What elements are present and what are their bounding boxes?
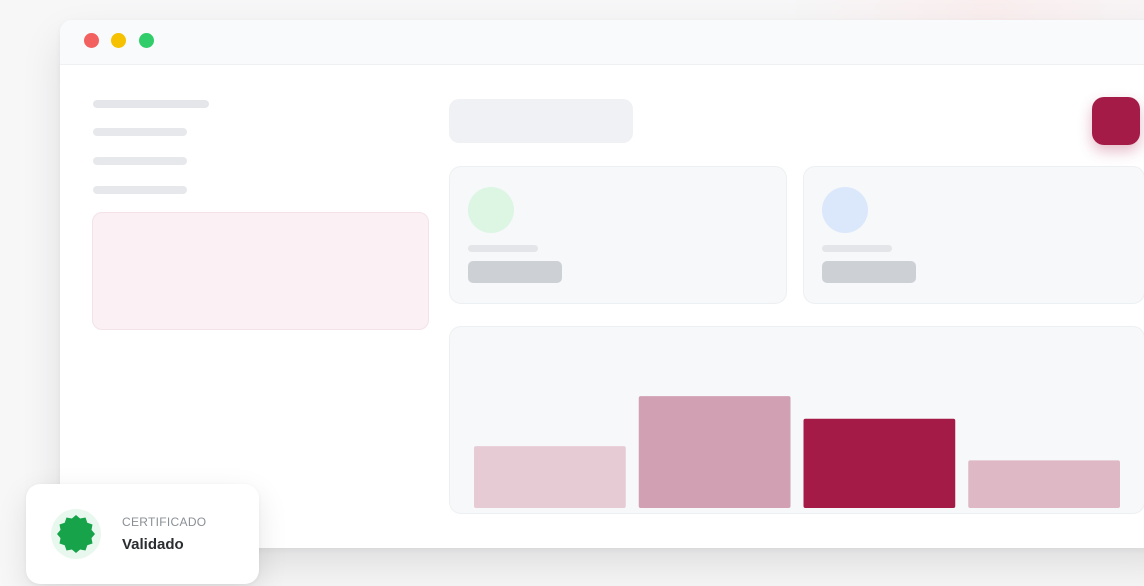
chart-card xyxy=(449,326,1144,514)
chart-bar-4 xyxy=(968,460,1120,508)
chart-bar-3 xyxy=(803,418,956,508)
app-window xyxy=(60,20,1144,548)
sidebar-highlight-panel xyxy=(92,212,429,330)
window-titlebar xyxy=(60,20,1144,65)
close-window-button[interactable] xyxy=(84,33,99,48)
certificate-overline: CERTIFICADO xyxy=(122,515,207,529)
chart-bar-1 xyxy=(474,446,626,508)
stat-card-1-avatar xyxy=(468,187,514,233)
stat-card-1-value-placeholder xyxy=(468,261,562,283)
sidebar-item-2[interactable] xyxy=(93,157,187,165)
stat-card-2 xyxy=(803,166,1144,304)
sidebar-heading-placeholder xyxy=(93,100,209,108)
certificate-status: Validado xyxy=(122,536,184,553)
stat-card-2-label-placeholder xyxy=(822,245,892,252)
chart-bar-2 xyxy=(638,396,791,508)
stat-card-1 xyxy=(449,166,787,304)
sidebar-item-3[interactable] xyxy=(93,186,187,194)
stat-card-2-value-placeholder xyxy=(822,261,916,283)
search-placeholder[interactable] xyxy=(449,99,633,143)
minimize-window-button[interactable] xyxy=(111,33,126,48)
certificate-badge: CERTIFICADO Validado xyxy=(26,484,259,584)
stat-card-2-avatar xyxy=(822,187,868,233)
stat-card-1-label-placeholder xyxy=(468,245,538,252)
sidebar-item-1[interactable] xyxy=(93,128,187,136)
maximize-window-button[interactable] xyxy=(139,33,154,48)
seal-check-icon xyxy=(50,508,102,560)
bar-chart xyxy=(474,396,1120,508)
primary-action-button[interactable] xyxy=(1092,97,1140,145)
